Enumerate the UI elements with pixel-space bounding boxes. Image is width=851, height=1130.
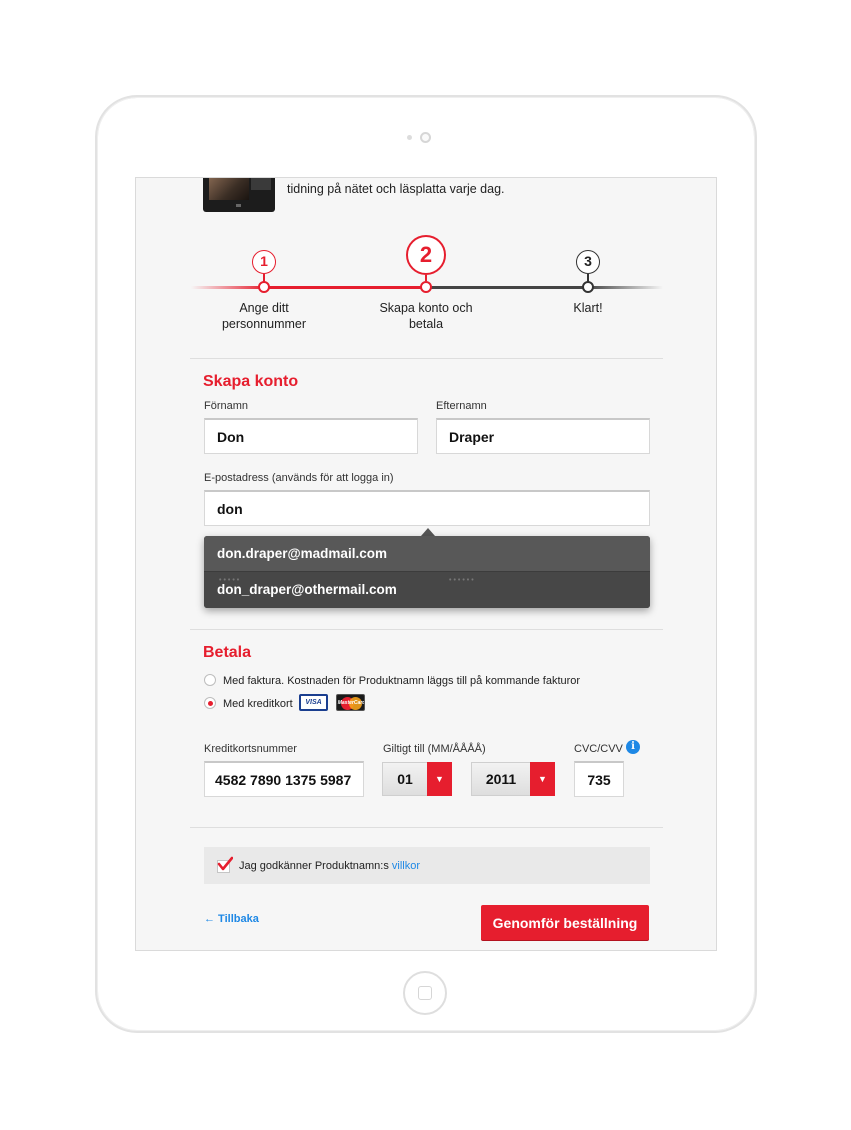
info-icon[interactable]: i [626, 740, 640, 754]
home-button[interactable] [403, 971, 447, 1015]
step-1-marker [258, 281, 270, 293]
account-section-title: Skapa konto [203, 373, 299, 390]
home-square-icon [418, 986, 432, 1000]
autocomplete-option-text: don_draper@othermail.com [217, 582, 397, 597]
stepper-line-start [191, 286, 266, 289]
divider-middle [190, 629, 663, 630]
submit-order-button[interactable]: Genomför beställning [481, 905, 649, 940]
payment-section-title: Betala [203, 644, 252, 661]
step-1-number: 1 [252, 250, 276, 274]
step-3-marker [582, 281, 594, 293]
terms-box: Jag godkänner Produktnamn:s villkor [204, 847, 650, 884]
screen: tidning på nätet och läsplatta varje dag… [135, 177, 717, 951]
email-label: E-postadress (används för att logga in) [204, 472, 394, 484]
first-name-label: Förnamn [204, 400, 249, 412]
divider-bottom [190, 827, 663, 828]
expiry-label: Giltigt till (MM/ÅÅÅÅ) [383, 743, 486, 755]
ipad-sensor [407, 135, 412, 140]
last-name-field[interactable] [436, 418, 650, 454]
promo-text: tidning på nätet och läsplatta varje dag… [287, 182, 505, 196]
promo-thumbnail [203, 178, 275, 212]
stepper-line-pending [426, 286, 588, 289]
step-2-label: Skapa konto och betala [379, 301, 473, 331]
stepper-line-end [588, 286, 663, 289]
credit-card-label: Med kreditkort [223, 698, 293, 710]
mastercard-logo-icon: MasterCard [336, 694, 365, 711]
expiry-year-select[interactable]: 2011 ▼ [471, 762, 555, 796]
cvc-field[interactable] [574, 761, 624, 797]
autocomplete-caret [421, 528, 435, 536]
promo-photo [209, 178, 249, 200]
step-2-marker [420, 281, 432, 293]
invoice-label: Med faktura. Kostnaden för Produktnamn l… [223, 675, 581, 687]
terms-link[interactable]: villkor [392, 860, 420, 872]
divider-top [190, 358, 663, 359]
visa-logo-icon: VISA [299, 694, 328, 711]
checkmark-icon [217, 856, 233, 871]
step-3-number: 3 [576, 250, 600, 274]
back-link[interactable]: ← Tillbaka [204, 913, 259, 925]
autocomplete-option[interactable]: don_draper@othermail.com ••••• •••••• [204, 572, 650, 608]
step-2-number: 2 [406, 235, 446, 275]
cvc-label: CVC/CVV [574, 743, 623, 755]
invoice-radio[interactable] [204, 674, 216, 686]
dropdown-arrow-icon: ▼ [530, 762, 555, 796]
step-3-label: Klart! [573, 301, 603, 315]
dropdown-arrow-icon: ▼ [427, 762, 452, 796]
first-name-field[interactable] [204, 418, 418, 454]
last-name-label: Efternamn [436, 400, 487, 412]
expiry-month-value: 01 [397, 771, 413, 787]
terms-text: Jag godkänner Produktnamn:s villkor [239, 860, 420, 872]
tablet-home-icon [236, 204, 241, 207]
promo-photo-secondary [251, 178, 271, 190]
ipad-camera-icon [420, 132, 431, 143]
stepper-line-completed [266, 286, 426, 289]
credit-card-radio[interactable] [204, 697, 216, 709]
hidden-field-dots: ••••• [219, 577, 242, 584]
hidden-field-dots: •••••• [449, 577, 476, 584]
email-field[interactable] [204, 490, 650, 526]
terms-label: Jag godkänner Produktnamn:s [239, 860, 389, 872]
mastercard-logo-text: MasterCard [337, 700, 365, 706]
email-autocomplete-list: don.draper@madmail.com don_draper@otherm… [204, 536, 650, 608]
card-number-field[interactable] [204, 761, 364, 797]
expiry-month-select[interactable]: 01 ▼ [382, 762, 452, 796]
expiry-year-value: 2011 [485, 771, 517, 787]
card-number-label: Kreditkortsnummer [204, 743, 297, 755]
autocomplete-option[interactable]: don.draper@madmail.com [204, 536, 650, 572]
step-1-label: Ange ditt personnummer [221, 301, 307, 331]
